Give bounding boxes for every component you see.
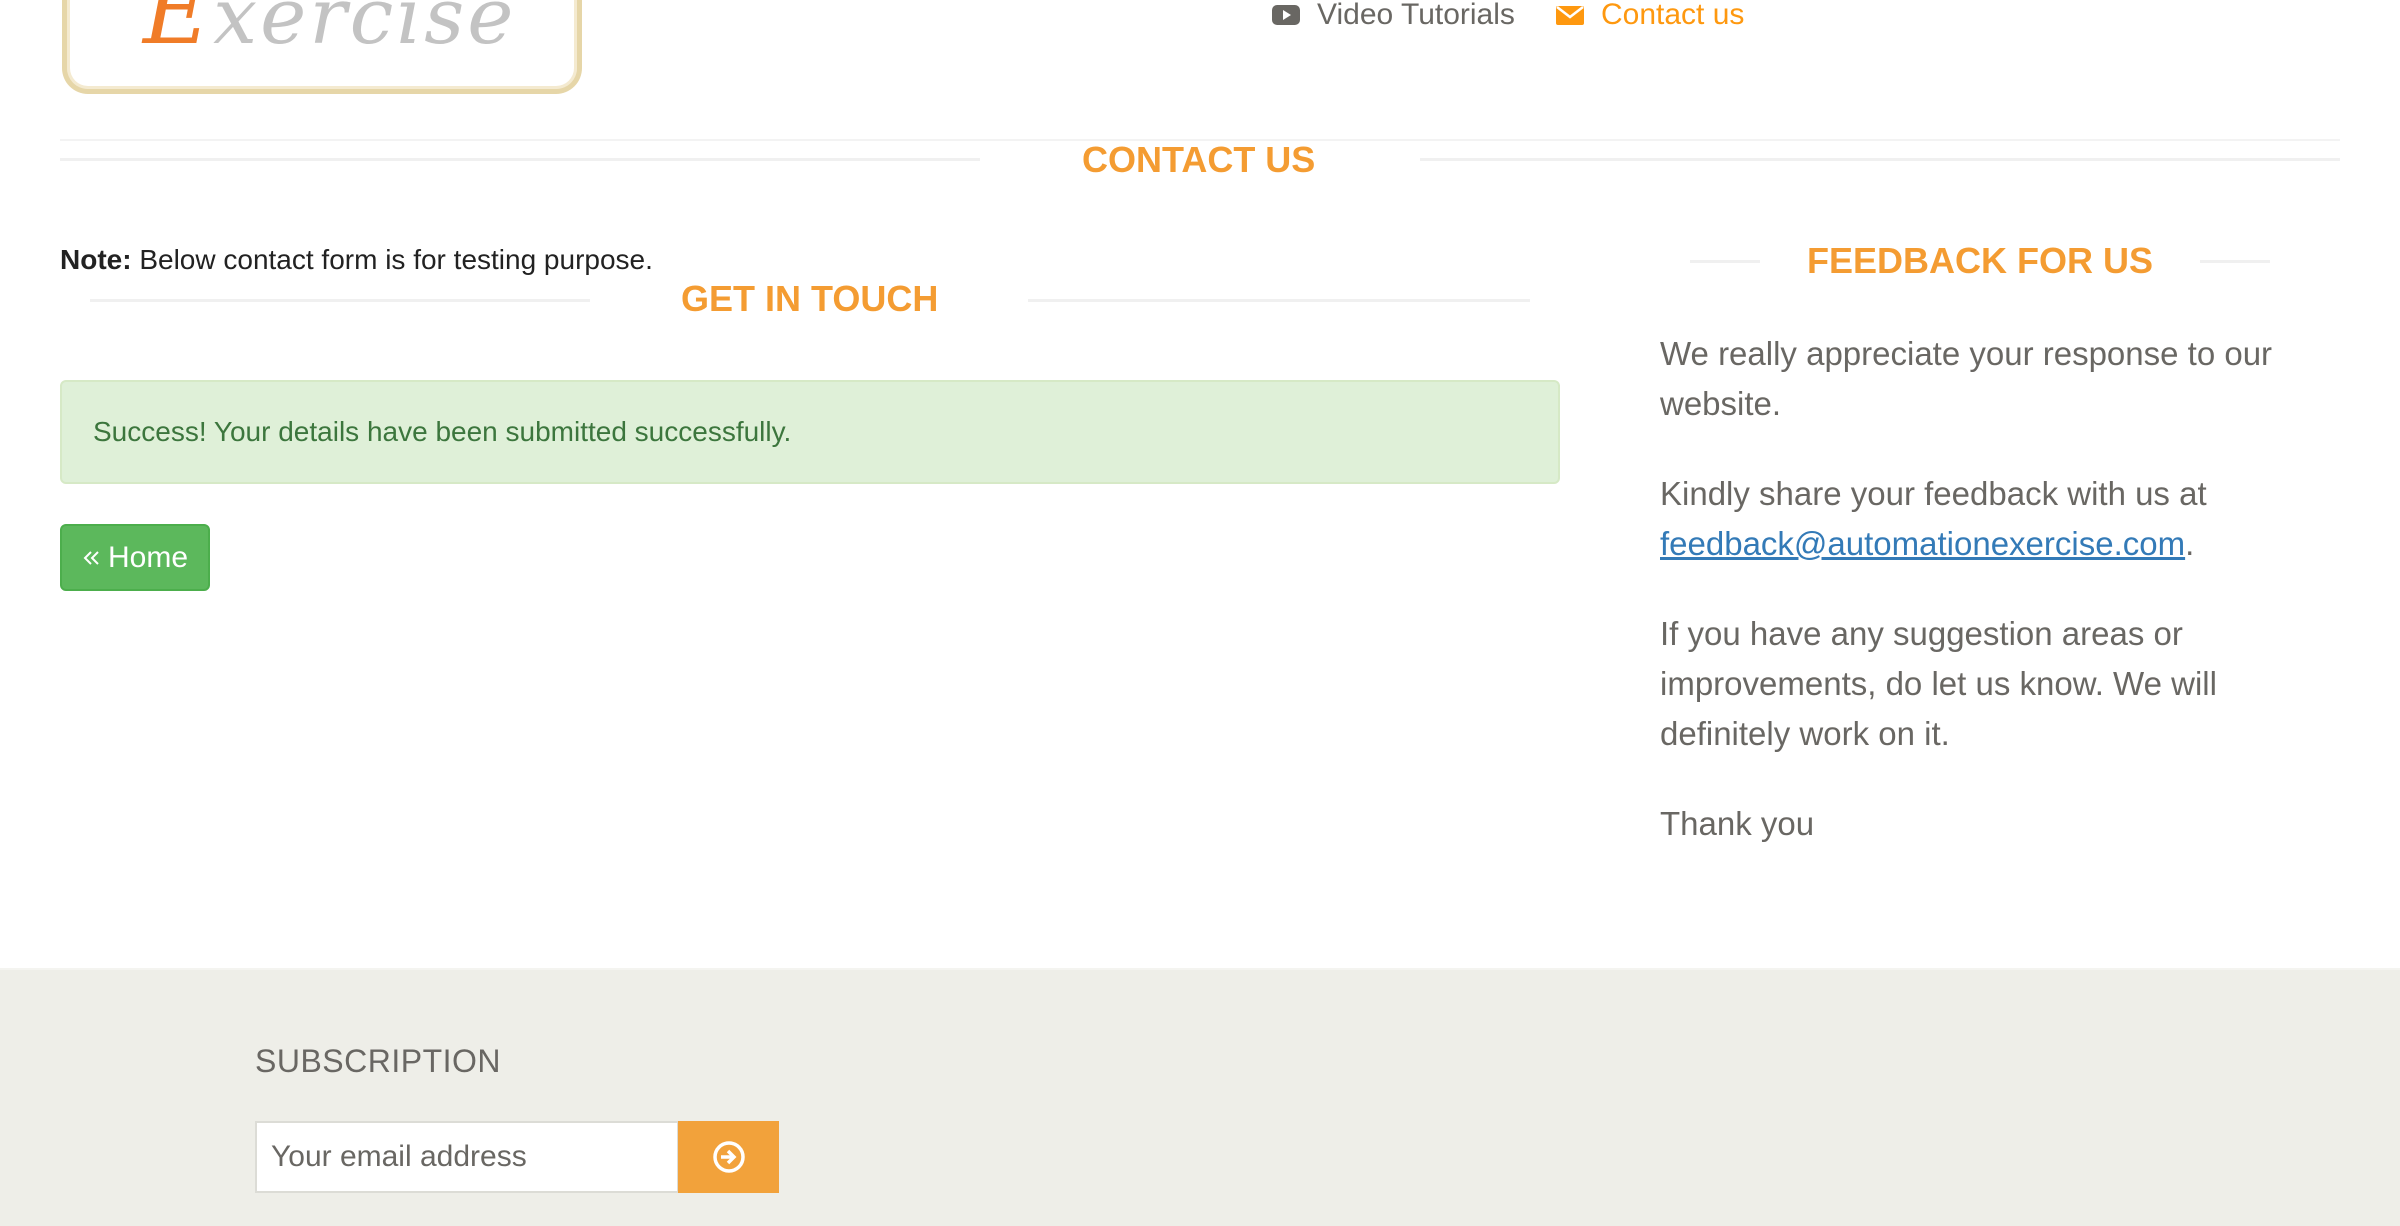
get-in-touch-title: GET IN TOUCH (681, 278, 939, 319)
get-in-touch-line-left (90, 299, 590, 302)
youtube-play-icon (1272, 5, 1300, 25)
nav-video-label: Video Tutorials (1317, 0, 1515, 31)
feedback-paragraph-2-text: Kindly share your feedback with us at (1660, 475, 2207, 512)
feedback-paragraph-2: Kindly share your feedback with us at fe… (1660, 469, 2300, 569)
title-line-left (60, 158, 980, 161)
get-in-touch-line-right (1028, 299, 1530, 302)
double-chevron-left-icon (83, 550, 99, 565)
home-button[interactable]: Home (60, 524, 210, 591)
note-text: Below contact form is for testing purpos… (139, 244, 653, 275)
nav-video-tutorials[interactable]: Video Tutorials (1271, 0, 1515, 32)
feedback-title: FEEDBACK FOR US (1807, 240, 2154, 281)
page-title: CONTACT US (1082, 139, 1316, 180)
site-logo[interactable]: Exercise (62, 0, 582, 94)
envelope-icon (1556, 6, 1584, 25)
subscription-title: SUBSCRIPTION (255, 1043, 502, 1079)
arrow-circle-right-icon (712, 1141, 745, 1173)
success-alert: Success! Your details have been submitte… (60, 380, 1560, 484)
feedback-thank-you: Thank you (1660, 805, 1815, 842)
subscription-email-input[interactable] (255, 1121, 679, 1193)
subscribe-button[interactable] (678, 1121, 779, 1193)
feedback-line-right (2200, 260, 2270, 263)
success-message: Success! Your details have been submitte… (93, 416, 792, 447)
nav-contact-us[interactable]: Contact us (1555, 0, 1744, 32)
feedback-paragraph-1: We really appreciate your response to ou… (1660, 335, 2273, 422)
home-button-label: Home (107, 540, 189, 574)
logo-text: Exercise (143, 0, 517, 65)
note-label: Note: (60, 244, 132, 275)
feedback-email-link[interactable]: feedback@automationexercise.com (1660, 525, 2185, 562)
nav-contact-label: Contact us (1601, 0, 1745, 31)
title-line-right (1420, 158, 2340, 161)
feedback-line-left (1690, 260, 1760, 263)
testing-note: Note: Below contact form is for testing … (60, 244, 653, 276)
feedback-paragraph-2-suffix: . (2185, 525, 2195, 562)
feedback-paragraph-3: If you have any suggestion areas or impr… (1660, 615, 2217, 752)
